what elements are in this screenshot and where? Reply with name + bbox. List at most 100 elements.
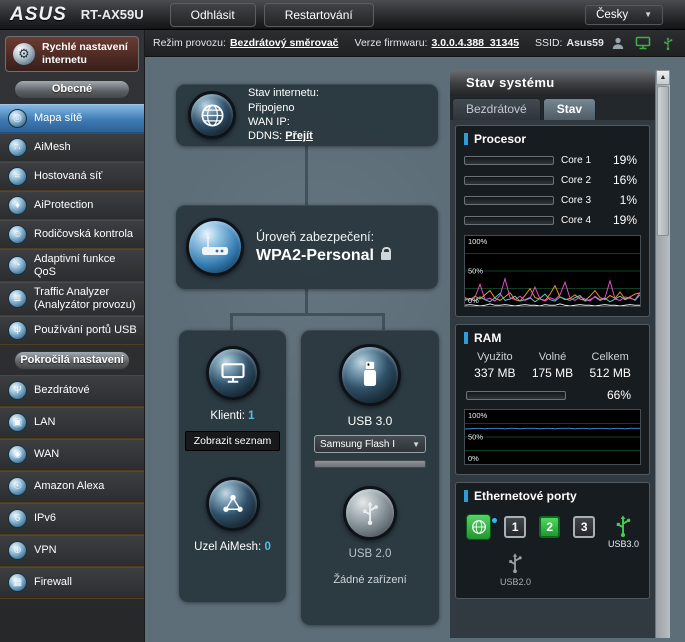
ethernet-section: Ethernetové porty 1 2 3 USB3.0 bbox=[455, 482, 650, 599]
status-icons bbox=[609, 35, 677, 51]
security-text: Úroveň zabezpečení: WPA2-Personal bbox=[256, 230, 391, 265]
accent-bar bbox=[464, 133, 468, 145]
ram-usage-percent: 66% bbox=[607, 388, 639, 402]
ram-bar-row: 66% bbox=[456, 380, 649, 404]
sidebar-item-adaptive-qos[interactable]: ◔ Adaptivní funkce QoS bbox=[0, 249, 144, 282]
quick-setup-icon: ⚙ bbox=[13, 43, 35, 65]
internet-status-label: Stav internetu: bbox=[248, 86, 319, 100]
connector-line bbox=[382, 316, 385, 330]
language-selector[interactable]: Česky ▼ bbox=[585, 5, 663, 25]
sidebar-item-traffic-analyzer[interactable]: ≣ Traffic Analyzer (Analyzátor provozu) bbox=[0, 282, 144, 315]
cpu-core3-value: 1% bbox=[620, 193, 641, 207]
ddns-go-link[interactable]: Přejít bbox=[285, 130, 313, 142]
sidebar-item-network-map[interactable]: ◎ Mapa sítě bbox=[0, 104, 144, 133]
usb-device-name: Samsung Flash I bbox=[320, 439, 395, 450]
tab-wireless[interactable]: Bezdrátové bbox=[452, 98, 541, 120]
usb-device-dropdown[interactable]: Samsung Flash I ▼ bbox=[314, 435, 426, 453]
chevron-down-icon: ▼ bbox=[644, 10, 652, 19]
sidebar-item-vpn[interactable]: ⊕ VPN bbox=[0, 535, 144, 567]
sidebar-item-guest-network[interactable]: ≈ Hostovaná síť bbox=[0, 162, 144, 191]
tab-status[interactable]: Stav bbox=[543, 98, 596, 120]
sidebar-item-ipv6[interactable]: 6 IPv6 bbox=[0, 503, 144, 535]
cpu-section: Procesor Core 1 19% Core 2 16% Core 3 1% bbox=[455, 125, 650, 317]
ram-usage-graph: 100% 50% 0% bbox=[464, 409, 641, 465]
reboot-button[interactable]: Restartování bbox=[264, 3, 374, 27]
usb2-status: Žádné zařízení bbox=[333, 574, 406, 586]
ipv6-icon: 6 bbox=[8, 509, 27, 528]
usb-card[interactable]: USB 3.0 Samsung Flash I ▼ USB 2.0 Žádné … bbox=[301, 330, 439, 625]
security-level-label: Úroveň zabezpečení: bbox=[256, 230, 391, 244]
sidebar-item-amazon-alexa[interactable]: ☉ Amazon Alexa bbox=[0, 471, 144, 503]
panel-scrollbar[interactable]: ▲ bbox=[655, 70, 670, 638]
sidebar-item-firewall[interactable]: ▦ Firewall bbox=[0, 567, 144, 599]
scrollbar-up-button[interactable]: ▲ bbox=[656, 70, 670, 85]
connector-line bbox=[230, 316, 233, 330]
clients-status-icon[interactable] bbox=[609, 35, 627, 51]
connector-line bbox=[230, 313, 385, 316]
lan-port-1: 1 bbox=[504, 516, 526, 538]
lan-port-2: 2 bbox=[539, 516, 561, 538]
security-level-card[interactable]: Úroveň zabezpečení: WPA2-Personal bbox=[176, 205, 438, 289]
operation-mode-link[interactable]: Bezdrátový směrovač bbox=[230, 37, 339, 49]
scrollbar-thumb[interactable] bbox=[657, 86, 669, 236]
advanced-menu: Ψ Bezdrátové ▣ LAN ◉ WAN ☉ Amazon Alexa … bbox=[0, 375, 144, 599]
usb-storage-bar bbox=[314, 460, 426, 468]
sidebar-item-wan[interactable]: ◉ WAN bbox=[0, 439, 144, 471]
qos-gauge-icon: ◔ bbox=[8, 256, 27, 275]
ddns-label: DDNS: bbox=[248, 130, 282, 142]
cpu-core-row: Core 1 19% bbox=[456, 150, 649, 170]
quick-internet-setup-button[interactable]: ⚙ Rychlé nastavení internetu bbox=[5, 36, 139, 72]
panel-body: Procesor Core 1 19% Core 2 16% Core 3 1% bbox=[450, 120, 655, 638]
status-info-bar: Režim provozu: Bezdrátový směrovač Verze… bbox=[145, 30, 685, 57]
sidebar-item-wireless[interactable]: Ψ Bezdrátové bbox=[0, 375, 144, 407]
accent-bar bbox=[464, 332, 468, 344]
usb3-label: USB 3.0 bbox=[348, 414, 393, 428]
sidebar-item-parental-controls[interactable]: ☺ Rodičovská kontrola bbox=[0, 220, 144, 249]
sidebar-item-lan[interactable]: ▣ LAN bbox=[0, 407, 144, 439]
cpu-core4-value: 19% bbox=[613, 213, 641, 227]
alexa-icon: ☉ bbox=[8, 477, 27, 496]
firmware-version-link[interactable]: 3.0.0.4.388_31345 bbox=[431, 37, 519, 49]
cpu-core2-bar bbox=[464, 176, 554, 185]
ram-free-value: 175 MB bbox=[524, 366, 582, 380]
ram-table: Využito337 MB Volné175 MB Celkem512 MB bbox=[456, 349, 649, 380]
aimesh-icon: ∴ bbox=[8, 138, 27, 157]
usb-status-icon[interactable] bbox=[659, 35, 677, 51]
view-list-button[interactable]: Zobrazit seznam bbox=[185, 431, 281, 451]
shield-icon: ♦ bbox=[8, 196, 27, 215]
panel-title: Stav systému bbox=[450, 70, 655, 96]
top-bar: ASUS RT-AX59U Odhlásit Restartování Česk… bbox=[0, 0, 685, 30]
usb2-port-row: USB2.0 bbox=[456, 549, 649, 593]
globe-icon: ◉ bbox=[8, 445, 27, 464]
cpu-core-row: Core 3 1% bbox=[456, 190, 649, 210]
usb3-port-label: USB3.0 bbox=[608, 539, 639, 549]
quick-setup-label: Rychlé nastavení internetu bbox=[42, 41, 131, 66]
lan-port-icon: ▣ bbox=[8, 413, 27, 432]
firewall-icon: ▦ bbox=[8, 573, 27, 592]
usb2-label: USB 2.0 bbox=[349, 548, 392, 560]
system-status-panel: Stav systému Bezdrátové Stav Procesor Co… bbox=[450, 70, 670, 638]
antenna-icon: Ψ bbox=[8, 381, 27, 400]
usb2-icon bbox=[343, 486, 397, 540]
sidebar-item-aimesh[interactable]: ∴ AiMesh bbox=[0, 133, 144, 162]
network-map-icon: ◎ bbox=[8, 109, 27, 128]
cpu-usage-graph: 100% 50% 0% bbox=[464, 235, 641, 307]
ram-total-value: 512 MB bbox=[581, 366, 639, 380]
security-level-value: WPA2-Personal bbox=[256, 247, 374, 265]
internet-status-text: Stav internetu: Připojeno WAN IP: DDNS: … bbox=[248, 86, 319, 143]
wired-status-icon[interactable] bbox=[634, 35, 652, 51]
lan-port-3: 3 bbox=[573, 516, 595, 538]
ssid-label: SSID: bbox=[535, 37, 562, 49]
section-header-general: Obecné bbox=[14, 80, 130, 99]
ram-section-title: RAM bbox=[474, 331, 501, 345]
clients-card[interactable]: Klienti: 1 Zobrazit seznam Uzel AiMesh: … bbox=[179, 330, 286, 602]
ssid-value: Asus59 bbox=[566, 37, 603, 49]
logout-button[interactable]: Odhlásit bbox=[170, 3, 256, 27]
internet-status-value: Připojeno bbox=[248, 101, 319, 115]
sidebar-item-aiprotection[interactable]: ♦ AiProtection bbox=[0, 191, 144, 220]
ethernet-section-title: Ethernetové porty bbox=[474, 489, 577, 503]
cpu-core3-bar bbox=[464, 196, 554, 205]
general-menu: ◎ Mapa sítě ∴ AiMesh ≈ Hostovaná síť ♦ A… bbox=[0, 104, 144, 345]
sidebar-item-usb-application[interactable]: ψ Používání portů USB bbox=[0, 316, 144, 345]
internet-status-card[interactable]: Stav internetu: Připojeno WAN IP: DDNS: … bbox=[176, 84, 438, 146]
